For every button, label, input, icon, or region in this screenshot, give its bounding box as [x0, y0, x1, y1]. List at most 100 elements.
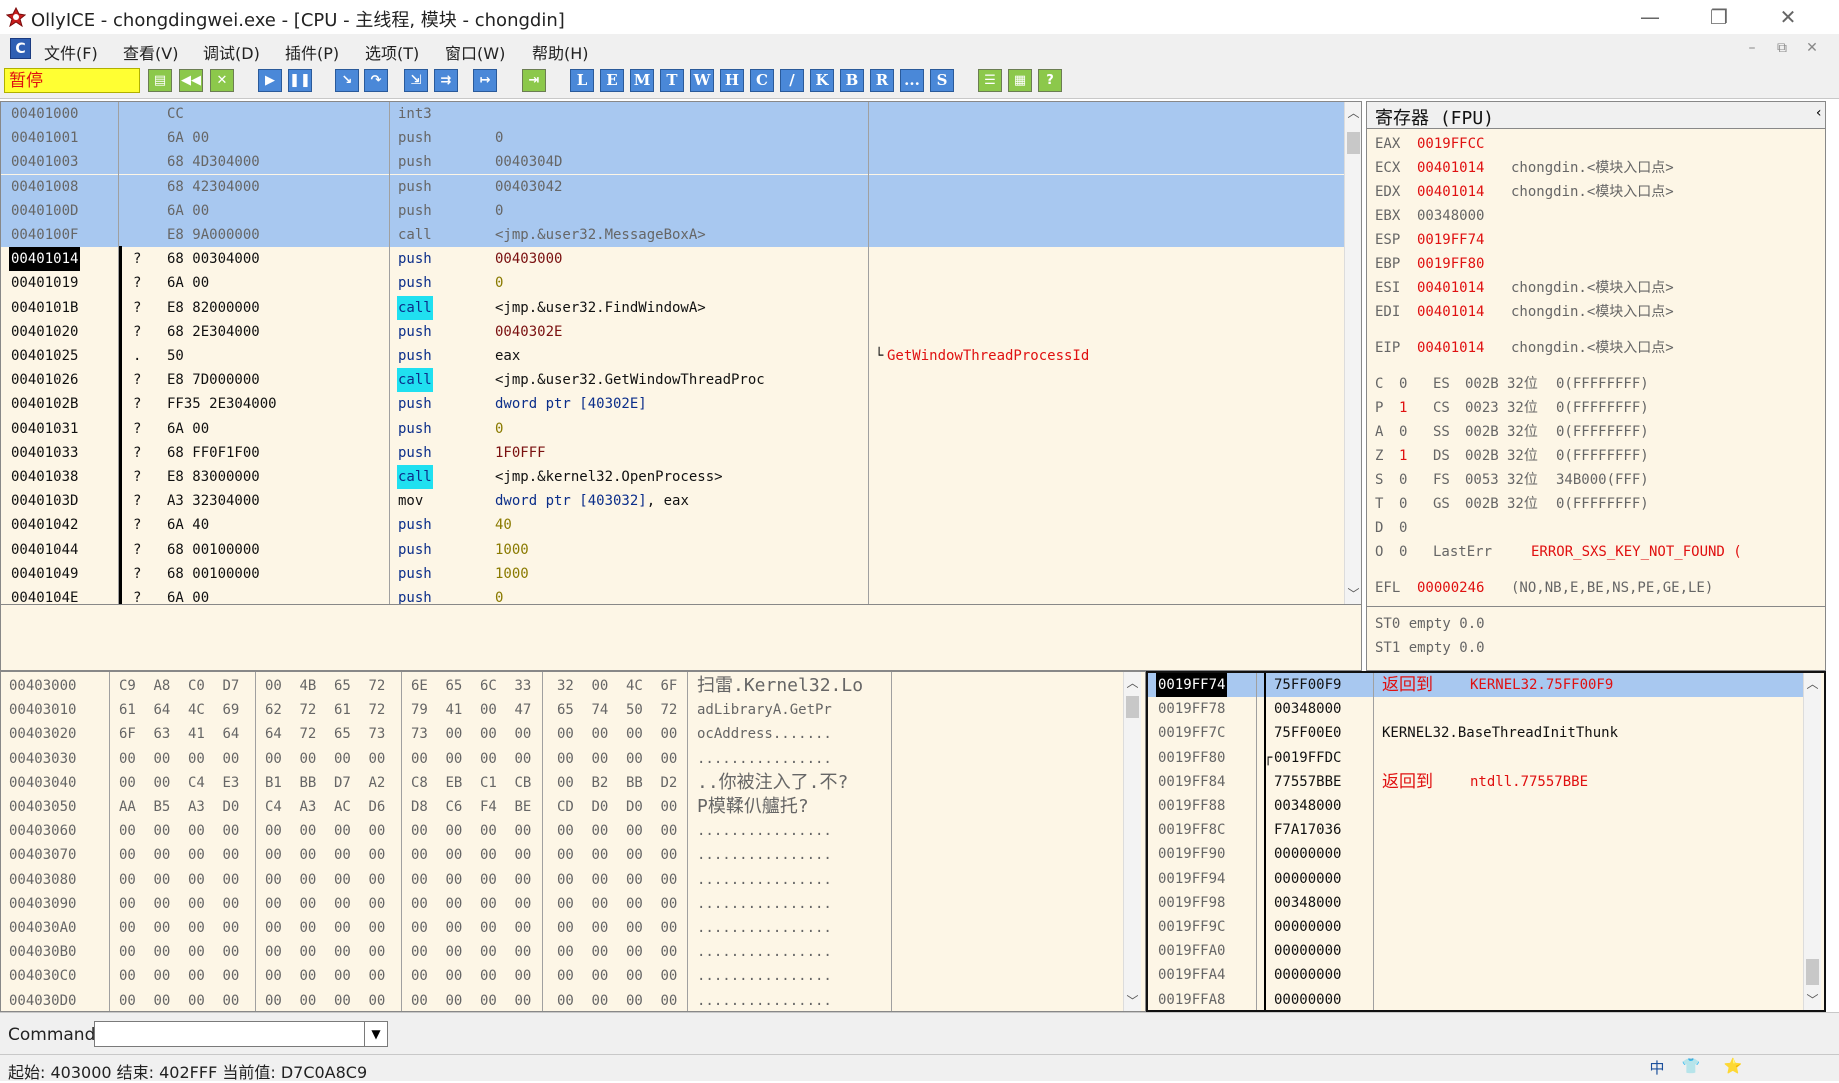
modules-window-button[interactable]: E — [600, 69, 624, 92]
disasm-row[interactable]: 00401033? 68 FF0F1F00 push 1F0FFF — [1, 441, 1344, 465]
ime-chinese-icon[interactable]: 中 — [1642, 1057, 1672, 1079]
menu-view[interactable]: 查看(V) — [123, 40, 178, 64]
go-to-icon[interactable]: ⇥ — [522, 69, 546, 92]
scroll-thumb[interactable] — [1347, 132, 1360, 154]
scroll-up-icon[interactable]: ︿ — [1804, 675, 1821, 692]
register-row[interactable]: S 0 FS 0053 32位 34B000(FFF) — [1367, 468, 1817, 492]
references-window-button[interactable]: R — [870, 69, 894, 92]
stack-pane[interactable]: 0019FF74 75FF00F9 返回到 KERNEL32.75FF00F9 0019… — [1146, 671, 1826, 1012]
disasm-row[interactable]: 00401042? 6A 40 push 40 — [1, 513, 1344, 537]
disasm-row[interactable]: 00401025. 50 push eax └ GetWindowThreadProces… — [1, 344, 1344, 368]
dump-row[interactable]: 00403080 00 00 00 00 00 00 00 00 00 00 00 00 00 00 00 00… — [1, 868, 1121, 892]
mdi-restore-button[interactable]: ⧉ — [1772, 40, 1792, 58]
disasm-row[interactable]: 00401026? E8 7D000000 call <jmp.&user32.Get… — [1, 368, 1344, 393]
dump-row[interactable]: 00403090 00 00 00 00 00 00 00 00 00 00 00 00 00 00 00 00… — [1, 892, 1121, 916]
disasm-row[interactable]: 00401000 CC int3 — [1, 102, 1344, 126]
dump-row[interactable]: 004030C0 00 00 00 00 00 00 00 00 00 00 00 00 00 00 00 00… — [1, 964, 1121, 988]
memory-window-button[interactable]: M — [630, 69, 654, 92]
trace-over-icon[interactable]: ⇉ — [434, 69, 458, 92]
scroll-down-icon[interactable]: ﹀ — [1345, 585, 1361, 602]
register-row[interactable]: EDX 00401014 chongdin.<模块入口点> — [1367, 180, 1817, 204]
register-row[interactable]: Z 1 DS 002B 32位 0(FFFFFFFF) — [1367, 444, 1817, 468]
scroll-thumb[interactable] — [1126, 696, 1139, 718]
disasm-row[interactable]: 0040100D 6A 00 push 0 — [1, 198, 1344, 223]
stack-row[interactable]: 0019FFA4 00000000 — [1148, 963, 1803, 987]
register-row[interactable]: EDI 00401014 chongdin.<模块入口点> — [1367, 300, 1817, 324]
disasm-row[interactable]: 00401031? 6A 00 push 0 — [1, 417, 1344, 441]
register-row[interactable]: ESP 0019FF74 — [1367, 228, 1817, 252]
disasm-row[interactable]: 00401038? E8 83000000 call <jmp.&kernel32.O… — [1, 465, 1344, 489]
patches-window-button[interactable]: / — [780, 69, 804, 92]
register-row[interactable]: EIP 00401014 chongdin.<模块入口点> — [1367, 336, 1817, 360]
dump-row[interactable]: 00403060 00 00 00 00 00 00 00 00 00 00 00 00 00 00 00 00… — [1, 819, 1121, 843]
dump-row[interactable]: 00403070 00 00 00 00 00 00 00 00 00 00 00 00 00 00 00 00… — [1, 843, 1121, 867]
run-icon[interactable]: ▶ — [258, 69, 282, 92]
menu-file[interactable]: 文件(F) — [44, 40, 98, 64]
disasm-row[interactable]: 00401044? 68 00100000 push 1000 — [1, 538, 1344, 562]
register-row[interactable]: EBX 00348000 — [1367, 204, 1817, 228]
step-into-icon[interactable]: ↘ — [335, 69, 359, 92]
stack-row[interactable]: 0019FF78 00348000 — [1148, 697, 1803, 721]
close-button[interactable]: ✕ — [1765, 2, 1811, 32]
register-row[interactable]: C 0 ES 002B 32位 0(FFFFFFFF) — [1367, 372, 1817, 396]
register-row[interactable]: A 0 SS 002B 32位 0(FFFFFFFF) — [1367, 420, 1817, 444]
stack-row[interactable]: 0019FF8C F7A17036 — [1148, 818, 1803, 842]
step-over-icon[interactable]: ↷ — [364, 69, 388, 92]
help-icon[interactable]: ? — [1038, 69, 1062, 92]
menu-window[interactable]: 窗口(W) — [445, 40, 505, 64]
disasm-row[interactable]: 0040102B? FF35 2E304000 push dword ptr [403… — [1, 392, 1344, 416]
execute-till-return-icon[interactable]: ↦ — [473, 69, 497, 92]
open-file-icon[interactable]: ▤ — [148, 69, 172, 92]
log-window-button[interactable]: L — [570, 69, 594, 92]
register-row[interactable]: ESI 00401014 chongdin.<模块入口点> — [1367, 276, 1817, 300]
dump-row[interactable]: 004030B0 00 00 00 00 00 00 00 00 00 00 00 00 00 00 00 00… — [1, 940, 1121, 964]
register-row[interactable]: EBP 0019FF80 — [1367, 252, 1817, 276]
runtrace-window-button[interactable]: ... — [900, 69, 924, 92]
dump-row[interactable]: 00403010 61 64 4C 69 62 72 61 72 79 41 00 47 65 74 50 72… — [1, 698, 1121, 722]
breakpoints-window-button[interactable]: B — [840, 69, 864, 92]
dump-row[interactable]: 00403050 AA B5 A3 D0 C4 A3 AC D6 D8 C6 F4 BE CD D0 D0 00… — [1, 795, 1121, 819]
chevron-left-icon[interactable]: ‹ — [1815, 105, 1823, 121]
scroll-up-icon[interactable]: ︿ — [1345, 104, 1361, 121]
stack-row[interactable]: 0019FFA8 00000000 — [1148, 988, 1803, 1010]
disasm-row[interactable]: 00401008 68 42304000 push 00403042 — [1, 174, 1344, 199]
stack-row[interactable]: 0019FF74 75FF00F9 返回到 KERNEL32.75FF00F9 — [1148, 673, 1803, 697]
dump-row[interactable]: 00403000 C9 A8 C0 D7 00 4B 65 72 6E 65 6C 33 32 00 4C 6F… — [1, 674, 1121, 698]
registers-pane[interactable]: 寄存器 (FPU) ‹ EAX 0019FFCC ECX 00401014 chongd… — [1366, 101, 1826, 671]
dump-row[interactable]: 00403030 00 00 00 00 00 00 00 00 00 00 00 00 00 00 00 00… — [1, 747, 1121, 771]
disasm-row[interactable]: 00401001 6A 00 push 0 — [1, 126, 1344, 151]
disasm-row[interactable]: 00401003 68 4D304000 push 0040304D — [1, 150, 1344, 175]
registers-header[interactable]: 寄存器 (FPU) ‹ — [1367, 102, 1825, 129]
stack-scrollbar[interactable]: ︿ ﹀ — [1803, 673, 1821, 1010]
menu-help[interactable]: 帮助(H) — [532, 40, 589, 64]
dump-row[interactable]: 004030D0 00 00 00 00 00 00 00 00 00 00 00 00 00 00 00 00… — [1, 989, 1121, 1011]
disasm-row[interactable]: 00401019? 6A 00 push 0 — [1, 271, 1344, 295]
stack-row[interactable]: 0019FFA0 00000000 — [1148, 939, 1803, 963]
stack-row[interactable]: 0019FF98 00348000 — [1148, 891, 1803, 915]
disasm-row[interactable]: 0040100F E8 9A000000 call <jmp.&user32.Mess… — [1, 223, 1344, 247]
stack-row[interactable]: 0019FF94 00000000 — [1148, 867, 1803, 891]
windows-window-button[interactable]: W — [690, 69, 714, 92]
scroll-thumb[interactable] — [1806, 959, 1819, 985]
ime-star-icon[interactable]: ⭐ — [1718, 1057, 1748, 1079]
scroll-down-icon[interactable]: ﹀ — [1124, 992, 1141, 1009]
dump-row[interactable]: 004030A0 00 00 00 00 00 00 00 00 00 00 00 00 00 00 00 00… — [1, 916, 1121, 940]
register-row[interactable]: T 0 GS 002B 32位 0(FFFFFFFF) — [1367, 492, 1817, 516]
disasm-row[interactable]: 00401049? 68 00100000 push 1000 — [1, 562, 1344, 586]
mdi-minimize-button[interactable]: – — [1742, 40, 1762, 58]
register-row[interactable]: D0 — [1367, 516, 1817, 540]
restart-icon[interactable]: ◀◀ — [179, 69, 203, 92]
pause-icon[interactable]: ❚❚ — [288, 69, 312, 92]
restore-button[interactable]: ❐ — [1696, 2, 1742, 32]
disasm-row[interactable]: 00401020? 68 2E304000 push 0040302E — [1, 320, 1344, 344]
stack-row[interactable]: 0019FF90 00000000 — [1148, 842, 1803, 866]
disassembly-pane[interactable]: 00401000 CC int3 00401001 6A 00 push 0 00401003… — [0, 101, 1362, 605]
disasm-row[interactable]: 0040103D? A3 32304000 mov dword ptr [403032… — [1, 489, 1344, 513]
menu-plugins[interactable]: 插件(P) — [285, 40, 339, 64]
memory-dump-pane[interactable]: 00403000 C9 A8 C0 D7 00 4B 65 72 6E 65 6C 33 32 00 4C 6F… — [0, 671, 1146, 1012]
register-row[interactable]: P 1 CS 0023 32位 0(FFFFFFFF) — [1367, 396, 1817, 420]
stack-row[interactable]: 0019FF80 0019FFDC ┌ — [1148, 746, 1803, 770]
disasm-row[interactable]: 00401014? 68 00304000 push 00403000 — [1, 247, 1344, 272]
command-input[interactable]: ▼ — [94, 1021, 388, 1047]
scroll-down-icon[interactable]: ﹀ — [1804, 991, 1821, 1008]
